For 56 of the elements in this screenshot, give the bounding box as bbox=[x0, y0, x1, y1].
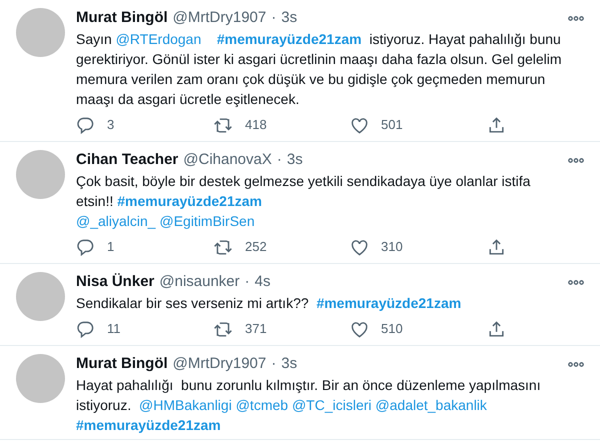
tweet-time[interactable]: 3s bbox=[286, 150, 303, 170]
tweet-time[interactable]: 4s bbox=[254, 272, 270, 292]
more-icon[interactable] bbox=[568, 280, 584, 284]
mention-link[interactable]: @HMBakanligi bbox=[139, 397, 232, 413]
hashtag-link[interactable]: #memurayüzde21zam bbox=[316, 295, 462, 311]
reply-count: 11 bbox=[107, 320, 120, 338]
more-icon[interactable] bbox=[568, 16, 584, 20]
mention-link[interactable]: @_aliyalcin_ bbox=[76, 213, 156, 229]
hashtag-link[interactable]: #memurayüzde21zam bbox=[76, 417, 221, 433]
retweet-count: 418 bbox=[245, 116, 267, 134]
retweet-icon[interactable] bbox=[213, 238, 233, 256]
hashtag-link[interactable]: #memurayüzde21zam bbox=[216, 31, 362, 47]
mention-link[interactable]: @adalet_bakanlik bbox=[375, 397, 487, 413]
author-name[interactable]: Nisa Ünker bbox=[76, 272, 154, 292]
comment-icon[interactable] bbox=[76, 238, 95, 256]
mention-link[interactable]: @RTErdogan bbox=[116, 31, 202, 47]
retweet-count: 252 bbox=[245, 238, 267, 256]
retweet-count: 371 bbox=[245, 320, 267, 338]
like-count: 501 bbox=[381, 116, 403, 134]
retweet-icon[interactable] bbox=[213, 116, 233, 134]
reply-count: 1 bbox=[107, 238, 114, 256]
author-handle[interactable]: @MrtDry1907 bbox=[172, 8, 266, 28]
heart-icon[interactable] bbox=[350, 320, 369, 338]
author-handle[interactable]: @CihanovaX bbox=[183, 150, 272, 170]
share-icon[interactable] bbox=[487, 116, 506, 134]
separator-dot: · bbox=[244, 272, 250, 292]
reply-count: 3 bbox=[107, 116, 114, 134]
mention-link[interactable]: @tcmeb bbox=[236, 397, 288, 413]
tweet-text: Sendikalar bir ses verseniz mi artık?? #memurayüzde21zam bbox=[76, 294, 462, 313]
author-name[interactable]: Murat Bingöl bbox=[76, 8, 168, 28]
retweet-icon[interactable] bbox=[213, 320, 233, 338]
tweet-text: Hayat pahalılığı bunu zorunlu kılmıştır. Bir an önce düzenleme yapılmasını istiyoruz. @HMBakanligi @tcmeb @TC_icisleri @adalet_bakanlik #memurayüzde21zam bbox=[76, 376, 542, 435]
separator-dot: · bbox=[276, 150, 282, 170]
heart-icon[interactable] bbox=[350, 116, 369, 134]
author-handle[interactable]: @nisaunker bbox=[159, 272, 240, 292]
mention-link[interactable]: @EgitimBirSen bbox=[159, 213, 255, 229]
more-icon[interactable] bbox=[568, 362, 584, 366]
heart-icon[interactable] bbox=[350, 238, 369, 256]
share-icon[interactable] bbox=[487, 238, 506, 256]
like-count: 310 bbox=[381, 238, 403, 256]
separator-dot: · bbox=[271, 354, 276, 374]
hashtag-link[interactable]: #memurayüzde21zam bbox=[117, 193, 262, 209]
share-icon[interactable] bbox=[487, 320, 506, 338]
comment-icon[interactable] bbox=[76, 116, 95, 134]
tweet-text: Çok basit, böyle bir destek gelmezse yetkili sendikadaya üye olanlar istifa etsin!! #memurayüzde21zam @_aliyalcin_ @EgitimBirSen bbox=[76, 172, 532, 231]
tweet-text: Sayın @RTErdogan #memurayüzde21zam istiyoruz. Hayat pahalılığı bunu gerektiriyor. Gönül ister ki asgari ücretlinin maaşı daha fazla olsun. Gel gelelim memura verilen zam oranı çok düşük ve bu gidişle çok geçmeden memurun maaşı da asgari ücretle eşitlenecek. bbox=[76, 30, 563, 109]
tweet-time[interactable]: 3s bbox=[281, 354, 298, 374]
author-handle[interactable]: @MrtDry1907 bbox=[172, 354, 266, 374]
more-icon[interactable] bbox=[568, 158, 584, 162]
comment-icon[interactable] bbox=[76, 320, 95, 338]
separator-dot: · bbox=[271, 8, 276, 28]
mention-link[interactable]: @TC_icisleri bbox=[292, 397, 372, 413]
author-name[interactable]: Murat Bingöl bbox=[76, 354, 168, 374]
author-name[interactable]: Cihan Teacher bbox=[76, 150, 178, 170]
like-count: 510 bbox=[381, 320, 403, 338]
tweet-time[interactable]: 3s bbox=[281, 8, 298, 28]
